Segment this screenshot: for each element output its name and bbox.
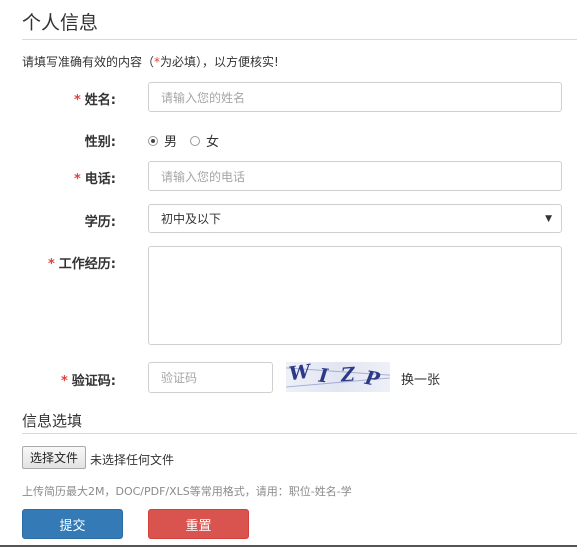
experience-textarea[interactable] xyxy=(148,246,562,345)
gender-radio-male[interactable]: 男 xyxy=(148,131,177,150)
captcha-char: I xyxy=(317,364,330,388)
name-input[interactable]: 请输入您的姓名 xyxy=(148,82,562,112)
name-label: * 姓名: xyxy=(0,89,116,108)
phone-placeholder: 请输入您的电话 xyxy=(161,169,246,184)
chevron-down-icon: ▼ xyxy=(545,214,552,224)
required-star: * xyxy=(47,257,55,272)
gender-label-text: 性别: xyxy=(84,135,116,150)
captcha-refresh-link[interactable]: 换一张 xyxy=(401,369,440,388)
education-value: 初中及以下 xyxy=(161,212,222,226)
required-star: * xyxy=(73,93,81,108)
reset-button[interactable]: 重置 xyxy=(148,509,249,539)
gender-option-male: 男 xyxy=(164,135,178,150)
radio-unchecked-icon xyxy=(190,135,200,146)
choose-file-button[interactable]: 选择文件 xyxy=(22,446,86,469)
captcha-label-text: 验证码: xyxy=(71,374,116,389)
captcha-label: * 验证码: xyxy=(0,370,116,389)
gender-radio-female[interactable]: 女 xyxy=(190,131,219,150)
experience-label: * 工作经历: xyxy=(0,253,116,272)
captcha-char: W xyxy=(287,362,312,386)
form-notice: 请填写准确有效的内容（*为必填），以方便核实! xyxy=(22,53,279,70)
captcha-char: Z xyxy=(340,363,356,387)
optional-section-title: 信息选填 xyxy=(22,412,83,430)
education-select[interactable]: 初中及以下 ▼ xyxy=(148,204,562,233)
name-placeholder: 请输入您的姓名 xyxy=(161,90,246,105)
phone-label-text: 电话: xyxy=(84,172,116,187)
experience-label-text: 工作经历: xyxy=(58,257,116,272)
phone-input[interactable]: 请输入您的电话 xyxy=(148,161,562,191)
captcha-placeholder: 验证码 xyxy=(161,371,198,385)
required-star: * xyxy=(73,172,81,187)
captcha-input[interactable]: 验证码 xyxy=(148,362,273,393)
page-title: 个人信息 xyxy=(22,12,99,34)
submit-button[interactable]: 提交 xyxy=(22,509,123,539)
upload-hint: 上传简历最大2M，DOC/PDF/XLS等常用格式，请用：职位-姓名-学 xyxy=(22,485,352,498)
phone-label: * 电话: xyxy=(0,168,116,187)
section-divider xyxy=(22,433,577,434)
education-label: 学历: xyxy=(0,211,116,230)
captcha-image[interactable]: W I Z P xyxy=(286,362,390,392)
gender-label: 性别: xyxy=(0,131,116,150)
captcha-char: P xyxy=(363,366,382,392)
notice-suffix: 为必填），以方便核实! xyxy=(160,55,279,69)
education-label-text: 学历: xyxy=(84,215,116,230)
required-star: * xyxy=(60,374,68,389)
file-status: 未选择任何文件 xyxy=(90,453,175,467)
gender-option-female: 女 xyxy=(206,135,220,150)
notice-prefix: 请填写准确有效的内容（ xyxy=(22,55,155,69)
name-label-text: 姓名: xyxy=(84,93,116,108)
radio-checked-icon xyxy=(148,135,158,146)
title-divider xyxy=(22,39,577,40)
